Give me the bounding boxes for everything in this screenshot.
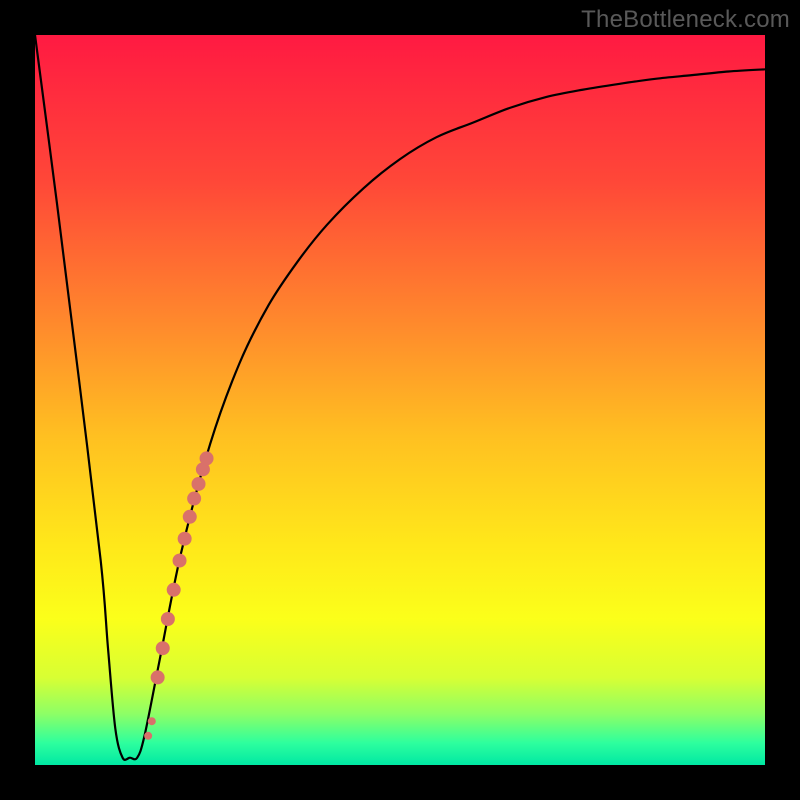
data-point bbox=[151, 670, 165, 684]
data-point bbox=[156, 641, 170, 655]
bottleneck-chart bbox=[35, 35, 765, 765]
chart-frame: TheBottleneck.com bbox=[0, 0, 800, 800]
data-point bbox=[173, 554, 187, 568]
data-point bbox=[183, 510, 197, 524]
gradient-background bbox=[35, 35, 765, 765]
data-point bbox=[148, 717, 156, 725]
data-point bbox=[178, 532, 192, 546]
data-point bbox=[167, 583, 181, 597]
data-point bbox=[187, 492, 201, 506]
data-point bbox=[192, 477, 206, 491]
watermark-text: TheBottleneck.com bbox=[581, 6, 790, 34]
data-point bbox=[200, 451, 214, 465]
plot-area bbox=[35, 35, 765, 765]
data-point bbox=[161, 612, 175, 626]
data-point bbox=[144, 732, 152, 740]
